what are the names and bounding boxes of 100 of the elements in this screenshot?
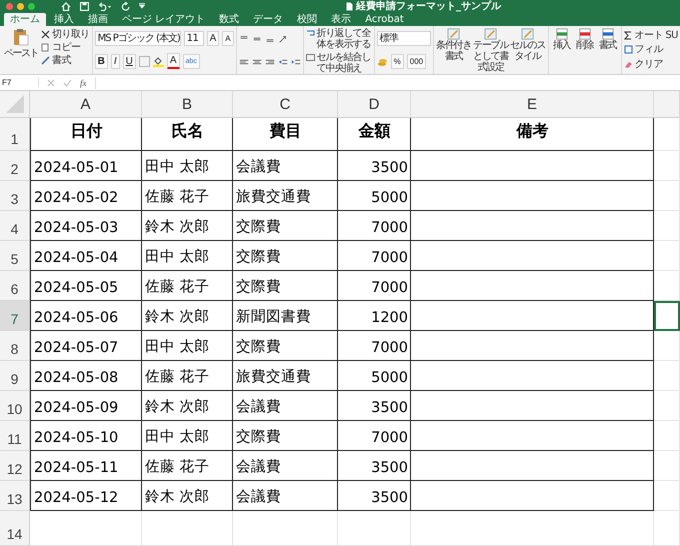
empty-cell[interactable] — [411, 181, 654, 211]
table-cell: 会議費 — [233, 391, 338, 421]
ribbon-tab[interactable]: 表示 — [325, 13, 358, 26]
paste-button[interactable]: ペースト — [4, 28, 38, 60]
grow-font-button[interactable]: A — [206, 30, 220, 46]
styles-button[interactable]: 条件付き書式 — [436, 28, 472, 62]
undo-icon[interactable] — [98, 2, 112, 10]
cells-button[interactable]: 挿入 — [550, 28, 573, 51]
format-painter-button[interactable]: 書式 — [41, 54, 90, 67]
table-style-icon — [446, 28, 461, 40]
empty-cell[interactable] — [411, 361, 654, 391]
italic-button[interactable]: I — [110, 54, 120, 69]
insert-function-button[interactable]: fx — [80, 78, 86, 88]
column-header[interactable]: E — [411, 91, 654, 118]
table-cell: 2024-05-03 — [30, 211, 142, 241]
font-size-dropdown[interactable]: 11 — [184, 30, 204, 46]
ribbon-tab[interactable]: 数式 — [213, 13, 246, 26]
table-cell: 7000 — [338, 271, 411, 301]
empty-cell[interactable] — [411, 421, 654, 451]
row-header[interactable]: 1 — [0, 118, 30, 151]
home-icon[interactable] — [61, 2, 71, 10]
shrink-font-button[interactable]: A — [222, 30, 234, 46]
table-cell: 1200 — [338, 301, 411, 331]
percent-button[interactable]: % — [390, 54, 404, 69]
empty-cell[interactable] — [411, 481, 654, 511]
table-style-icon — [484, 28, 498, 40]
ribbon-tab[interactable]: 挿入 — [48, 13, 80, 26]
ribbon-tab[interactable]: ホーム — [4, 13, 46, 26]
column-header[interactable]: A — [30, 91, 142, 118]
ribbon-tab[interactable]: Acrobat — [359, 13, 410, 26]
row-header[interactable]: 3 — [0, 181, 30, 211]
table-cell: 鈴木 次郎 — [142, 481, 233, 511]
minimize-button[interactable] — [17, 2, 24, 10]
table-cell: 2024-05-09 — [30, 391, 142, 421]
check-icon[interactable] — [63, 78, 72, 86]
row-header[interactable]: 5 — [0, 241, 30, 271]
cells-button[interactable]: 書式 — [596, 28, 619, 51]
customize-caret-icon[interactable] — [139, 3, 145, 9]
wrap-text-button[interactable]: 折り返して全体を表示する — [306, 28, 372, 50]
editing-button[interactable]: クリア — [624, 58, 678, 72]
empty-cell[interactable] — [411, 331, 654, 361]
table-cell: 2024-05-06 — [30, 301, 142, 331]
name-box[interactable]: F7 — [0, 78, 39, 87]
ribbon-tab[interactable]: ページ レイアウト — [116, 13, 212, 26]
ribbon-tab[interactable]: データ — [247, 13, 290, 26]
active-cell[interactable] — [654, 301, 680, 331]
empty-cell[interactable] — [411, 391, 654, 421]
empty-cell[interactable] — [411, 241, 654, 271]
row-header[interactable]: 14 — [0, 511, 30, 546]
save-icon[interactable] — [80, 2, 89, 10]
editing-button[interactable]: フィル — [624, 43, 678, 56]
brush-icon — [41, 56, 50, 65]
bold-button[interactable]: B — [94, 54, 108, 69]
number-format-dropdown[interactable]: 標準 — [376, 31, 431, 46]
redo-icon[interactable] — [121, 2, 130, 10]
styles-button[interactable]: セルのスタイル — [510, 28, 546, 62]
column-title: 氏名 — [142, 118, 233, 151]
empty-cell[interactable] — [411, 271, 654, 301]
zoom-button[interactable] — [28, 2, 35, 10]
cut-button[interactable]: 切り取り — [41, 28, 90, 41]
copy-icon — [41, 43, 50, 52]
table-cell: 交際費 — [233, 331, 338, 361]
table-cell: 5000 — [338, 361, 411, 391]
column-header[interactable]: D — [338, 91, 411, 118]
underline-button[interactable]: U — [122, 54, 136, 69]
fill-color-icon[interactable] — [152, 56, 164, 67]
orientation-icon[interactable] — [278, 34, 288, 44]
table-cell: 2024-05-05 — [30, 271, 142, 301]
row-header[interactable]: 2 — [0, 151, 30, 181]
font-name-dropdown[interactable]: MS Pゴシック (本文) — [94, 30, 181, 46]
empty-cell[interactable] — [411, 151, 654, 181]
row-header[interactable]: 4 — [0, 211, 30, 241]
column-title: 金額 — [338, 118, 411, 151]
row-header[interactable]: 13 — [0, 481, 30, 511]
empty-cell[interactable] — [411, 211, 654, 241]
row-header[interactable]: 12 — [0, 451, 30, 481]
row-header[interactable]: 10 — [0, 391, 30, 421]
row-header[interactable]: 9 — [0, 361, 30, 391]
cells-button[interactable]: 削除 — [574, 28, 596, 51]
table-style-icon — [520, 28, 535, 40]
borders-icon[interactable] — [138, 56, 150, 67]
table-cell: 佐藤 花子 — [142, 361, 233, 391]
font-color-button[interactable]: A — [166, 53, 180, 70]
scissors-icon — [41, 30, 50, 39]
empty-cell[interactable] — [411, 451, 654, 481]
merge-center-button[interactable]: セルを結合して中央揃え — [306, 52, 372, 74]
editing-button[interactable]: オート SU — [624, 28, 678, 42]
row-header[interactable]: 6 — [0, 271, 30, 301]
ribbon-tab[interactable]: 校閲 — [291, 13, 324, 26]
row-header[interactable]: 11 — [0, 421, 30, 451]
copy-button[interactable]: コピー — [41, 41, 90, 54]
row-header[interactable]: 8 — [0, 331, 30, 361]
column-header[interactable]: C — [233, 91, 338, 118]
ribbon-tab[interactable]: 描画 — [82, 13, 114, 26]
row-header[interactable]: 7 — [0, 301, 30, 331]
empty-cell[interactable] — [411, 301, 654, 331]
comma-style-button[interactable]: 000 — [406, 54, 426, 69]
styles-button[interactable]: テーブルとして書式設定 — [472, 28, 509, 73]
table-cell: 2024-05-02 — [30, 181, 142, 211]
column-header[interactable]: B — [142, 91, 233, 118]
